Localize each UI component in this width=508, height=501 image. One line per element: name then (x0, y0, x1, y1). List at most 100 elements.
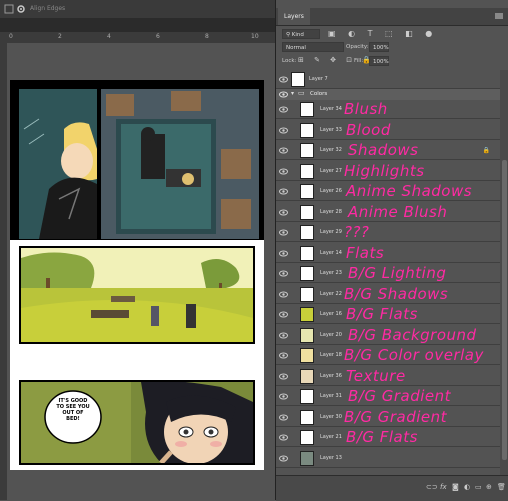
lock-row: Lock: ⊞ ✎ ✥ ⊡ 🔒 Fill: 100% (276, 55, 508, 68)
layer-row[interactable]: Layer 22 B/G Shadows (276, 285, 500, 304)
panel-blond-character (19, 89, 97, 239)
layer-name[interactable]: Layer 14 (320, 250, 342, 256)
layer-name[interactable]: Layer 36 (320, 373, 342, 379)
eye-icon[interactable] (279, 75, 288, 84)
layer-row[interactable]: Layer 31 B/G Gradient (276, 387, 500, 406)
layer-row[interactable]: Layer 23 B/G Lighting (276, 264, 500, 283)
blend-mode-select[interactable]: Normal (282, 42, 344, 52)
layer-row[interactable]: Layer 27 Highlights (276, 162, 500, 181)
mask-icon[interactable]: ◙ (452, 483, 459, 491)
layers-panel: Layers ⚲ Kind ▣ ◐ T ⬚ ◧ ● Normal Opacity… (275, 0, 508, 501)
eye-icon[interactable] (279, 187, 288, 196)
tab-layers[interactable]: Layers (278, 8, 310, 25)
layer-row[interactable]: Layer 36 Texture (276, 367, 500, 386)
eye-icon[interactable] (279, 269, 288, 278)
layer-name[interactable]: Layer 27 (320, 168, 342, 174)
handwritten-note: B/G Shadows (344, 284, 449, 303)
move-tool-icon[interactable] (4, 4, 14, 14)
fill-field[interactable]: 100% (369, 56, 389, 66)
layer-name[interactable]: Layer 26 (320, 188, 342, 194)
eye-icon[interactable] (279, 454, 288, 463)
layer-name[interactable]: Layer 34 (320, 106, 342, 112)
eye-icon[interactable] (279, 351, 288, 360)
layer-thumbnail (300, 348, 314, 363)
panel-bed-scene (101, 89, 259, 239)
layer-name[interactable]: Layer 32 (320, 147, 342, 153)
filter-row: ⚲ Kind ▣ ◐ T ⬚ ◧ ● (276, 28, 508, 41)
handwritten-note: Shadows (348, 141, 419, 159)
handwritten-note: B/G Flats (346, 305, 418, 323)
layer-name[interactable]: Layer 22 (320, 291, 342, 297)
filter-kind-select[interactable]: ⚲ Kind (282, 29, 320, 39)
eye-icon[interactable] (279, 208, 288, 217)
layer-row[interactable]: Layer 33 Blood (276, 121, 500, 140)
handwritten-note: Flats (346, 243, 385, 262)
trash-icon[interactable]: 🗑 (497, 483, 506, 491)
filter-icons[interactable]: ▣ ◐ T ⬚ ◧ ● (328, 29, 437, 38)
eye-icon[interactable] (279, 249, 288, 258)
layer-row[interactable]: Layer 29??? (276, 223, 500, 242)
eye-icon[interactable] (279, 413, 288, 422)
eye-icon[interactable] (279, 290, 288, 299)
layer-row[interactable]: Layer 30 B/G Gradient (276, 408, 500, 427)
filter-kind-value: Kind (291, 32, 304, 38)
layers-scrollbar[interactable] (500, 70, 508, 475)
layer-thumbnail (300, 143, 314, 158)
eye-icon[interactable] (279, 392, 288, 401)
layer-row[interactable]: Layer 26 Anime Shadows (276, 182, 500, 201)
new-group-icon[interactable]: ▭ (475, 483, 482, 491)
panel-menu-icon[interactable] (495, 13, 503, 19)
layer-name[interactable]: Layer 30 (320, 414, 342, 420)
layer-name[interactable]: Layer 31 (320, 393, 342, 399)
layer-name[interactable]: Layer 29 (320, 229, 342, 235)
eye-icon[interactable] (279, 372, 288, 381)
layer-name[interactable]: Layer 13 (320, 455, 342, 461)
opacity-field[interactable]: 100% (369, 42, 389, 52)
layer-name[interactable]: Layer 33 (320, 127, 342, 133)
eye-icon[interactable] (279, 310, 288, 319)
eye-icon[interactable] (279, 146, 288, 155)
lock-icon[interactable]: 🔒 (483, 147, 490, 154)
ruler-tick: 0 (9, 33, 13, 40)
layer-name[interactable]: Layer 16 (320, 311, 342, 317)
gear-icon[interactable] (16, 4, 26, 14)
link-layers-icon[interactable]: ⊂⊃ (426, 483, 438, 491)
eye-icon[interactable] (279, 126, 288, 135)
layer-row[interactable]: Layer 32 Shadows 🔒 (276, 141, 500, 160)
chevron-down-icon[interactable]: ▾ (291, 90, 294, 97)
layer-name[interactable]: Layer 28 (320, 209, 342, 215)
layer-name[interactable]: Layer 20 (320, 332, 342, 338)
layer-name[interactable]: Layer 7 (309, 76, 328, 82)
scrollbar-thumb[interactable] (502, 160, 507, 460)
eye-icon[interactable] (279, 90, 288, 99)
eye-icon[interactable] (279, 167, 288, 176)
layer-row[interactable]: Layer 34 Blush (276, 100, 500, 119)
layer-name[interactable]: Layer 21 (320, 434, 342, 440)
adjustment-layer-icon[interactable]: ◐ (464, 483, 470, 491)
layer-row[interactable]: Layer 20 B/G Background (276, 326, 500, 345)
eye-icon[interactable] (279, 331, 288, 340)
align-edges-label[interactable]: Align Edges (30, 5, 65, 12)
layer-thumbnail (300, 102, 314, 117)
group-colors[interactable]: ▾ ▭ Colors (276, 89, 500, 100)
layer-row[interactable]: Layer 14 Flats (276, 244, 500, 263)
handwritten-note: ??? (344, 223, 370, 241)
layer-row-layer-7[interactable]: Layer 7 (276, 70, 500, 89)
layer-name[interactable]: Layer 18 (320, 352, 342, 358)
comic-page[interactable]: IT'S GOOD TO SEE YOU OUT OF BED! (10, 80, 264, 470)
layer-row[interactable]: Layer 18 B/G Color overlay (276, 346, 500, 365)
new-layer-icon[interactable]: ⊕ (486, 483, 492, 491)
fx-icon[interactable]: fx (440, 483, 447, 491)
eye-icon[interactable] (279, 105, 288, 114)
eye-icon[interactable] (279, 228, 288, 237)
lock-icons[interactable]: ⊞ ✎ ✥ ⊡ 🔒 (298, 56, 375, 64)
layer-row[interactable]: Layer 28 Anime Blush (276, 203, 500, 222)
layer-row[interactable]: Layer 16 B/G Flats (276, 305, 500, 324)
layer-row[interactable]: Layer 21 B/G Flats (276, 428, 500, 447)
eye-icon[interactable] (279, 433, 288, 442)
layer-thumbnail (300, 225, 314, 240)
layer-name[interactable]: Layer 23 (320, 270, 342, 276)
handwritten-note: Blush (344, 100, 388, 118)
layer-thumbnail (300, 327, 314, 343)
layer-row[interactable]: Layer 13 (276, 449, 500, 468)
